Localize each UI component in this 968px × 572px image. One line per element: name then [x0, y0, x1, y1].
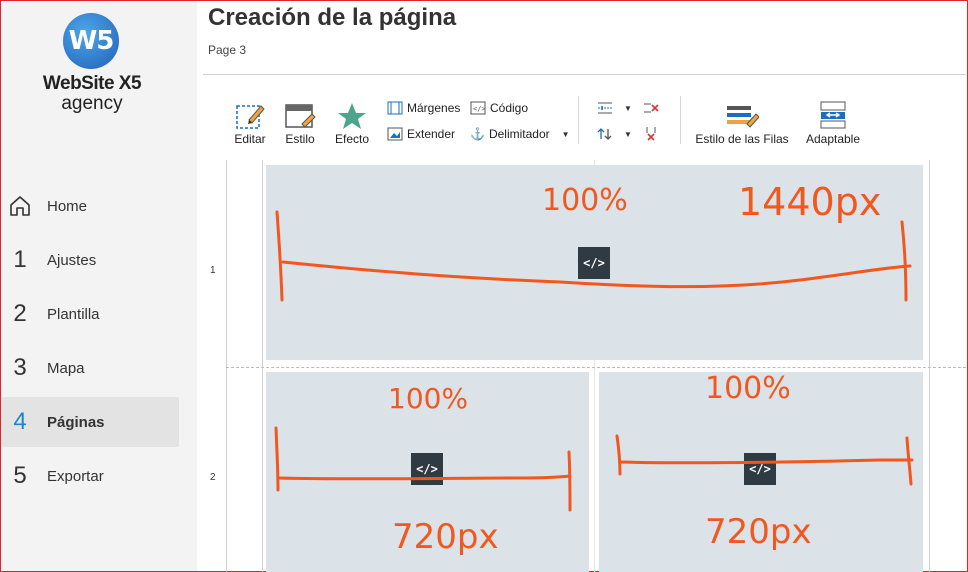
nav-list: Home 1 Ajustes 2 Plantilla 3 Mapa 4 Pági…: [1, 181, 197, 505]
nav-label: Exportar: [47, 467, 104, 485]
app-logo: W5 WebSite X5 agency: [37, 9, 147, 119]
adaptive-button[interactable]: Adaptable: [803, 98, 863, 146]
code-object-button[interactable]: </>: [411, 453, 443, 485]
svg-text:</>: </>: [473, 105, 486, 113]
adaptive-icon: [803, 98, 863, 130]
delete-row-icon: [644, 103, 659, 113]
extend-icon: [387, 127, 403, 141]
chevron-down-icon: ▼: [561, 129, 570, 139]
row-style-button[interactable]: Estilo de las Filas: [694, 98, 790, 146]
insert-row-icon: [598, 102, 612, 114]
grid-line: [929, 160, 930, 572]
anchor-label: Delimitador: [488, 127, 550, 141]
nav-item-plantilla[interactable]: 2 Plantilla: [1, 289, 197, 339]
header-divider: [203, 74, 966, 75]
nav-item-home[interactable]: Home: [1, 181, 197, 231]
logo-name: WebSite X5: [42, 73, 142, 94]
code-icon: </>: [470, 101, 486, 115]
row-number: 1: [210, 265, 216, 276]
anchor-icon: ⚓: [470, 127, 485, 141]
nav-label: Páginas: [47, 413, 105, 431]
edit-icon: [232, 98, 268, 130]
nav-number: 5: [13, 462, 27, 489]
toolbar-divider: [578, 96, 579, 144]
anchor-button[interactable]: ⚓ Delimitador ▼: [470, 127, 570, 141]
row-style-label: Estilo de las Filas: [695, 132, 789, 146]
star-icon: [332, 98, 372, 130]
page-subtitle: Page 3: [208, 43, 247, 57]
nav-item-exportar[interactable]: 5 Exportar: [1, 451, 197, 501]
code-button[interactable]: </> Código: [470, 101, 528, 115]
logo-mark: W5: [68, 26, 115, 56]
nav-number: 2: [13, 300, 27, 327]
grid-line: [262, 160, 263, 572]
style-label: Estilo: [285, 132, 315, 146]
extend-button[interactable]: Extender: [387, 127, 455, 141]
chevron-down-icon: ▼: [624, 103, 632, 113]
delete-column-button[interactable]: [643, 126, 659, 142]
sidebar: W5 WebSite X5 agency Home 1 Ajustes 2 Pl…: [1, 1, 197, 571]
nav-label: Home: [47, 197, 88, 215]
nav-item-paginas[interactable]: 4 Páginas: [1, 397, 179, 447]
margins-button[interactable]: Márgenes: [387, 101, 460, 115]
move-row-icon: [597, 128, 612, 140]
row-number: 2: [210, 472, 216, 483]
code-label: Código: [490, 101, 529, 115]
toolbar-divider: [680, 96, 681, 144]
effect-label: Efecto: [334, 132, 370, 146]
chevron-down-icon: ▼: [624, 129, 632, 139]
edit-label: Editar: [234, 132, 266, 146]
code-object-button[interactable]: </>: [578, 247, 610, 279]
row-style-icon: [694, 98, 790, 130]
nav-label: Plantilla: [47, 305, 100, 323]
nav-item-ajustes[interactable]: 1 Ajustes: [1, 235, 197, 285]
nav-number: 1: [13, 246, 27, 273]
extend-label: Extender: [407, 127, 456, 141]
row-divider: [226, 367, 966, 368]
insert-row-below-button[interactable]: ▼: [596, 126, 632, 142]
delete-row-button[interactable]: [643, 100, 659, 116]
code-object-button[interactable]: </>: [744, 453, 776, 485]
margins-icon: [387, 101, 403, 115]
adaptive-label: Adaptable: [805, 132, 861, 146]
effect-button[interactable]: Efecto: [332, 98, 372, 146]
insert-row-above-button[interactable]: ▼: [596, 100, 632, 116]
style-button[interactable]: Estilo: [282, 98, 318, 146]
nav-number: 3: [13, 354, 27, 381]
logo-sub: agency: [61, 93, 123, 114]
style-icon: [282, 98, 318, 130]
nav-item-mapa[interactable]: 3 Mapa: [1, 343, 197, 393]
margins-label: Márgenes: [407, 101, 461, 115]
edit-button[interactable]: Editar: [232, 98, 268, 146]
nav-label: Mapa: [47, 359, 85, 377]
home-icon: [1, 194, 39, 218]
page-title: Creación de la página: [208, 4, 457, 31]
delete-column-icon: [646, 127, 656, 141]
nav-number: 4: [13, 408, 27, 435]
grid-line: [226, 160, 227, 572]
nav-label: Ajustes: [47, 251, 97, 269]
